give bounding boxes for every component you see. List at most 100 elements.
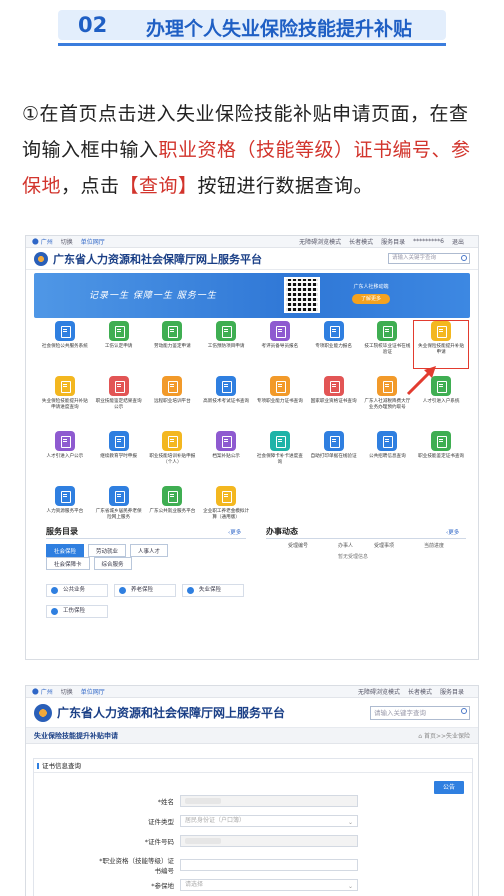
service-tile-label: 广东公共就业服务平台 <box>149 509 196 514</box>
service-tile[interactable]: 远程职业培训平台 <box>146 376 200 423</box>
service-tile-label: 工伤认定申请 <box>104 344 133 349</box>
service-tile[interactable]: 职业技能鉴定结果查询公示 <box>92 376 146 423</box>
document-icon <box>54 431 75 451</box>
service-tile[interactable]: 社会保险公共服务系统 <box>38 321 92 368</box>
accessibility-link[interactable]: 无障碍浏览模式 <box>358 687 400 696</box>
service-tile-grid: 社会保险公共服务系统 工伤认定申请 劳动能力鉴定申请 工伤预防项目申请 考评员备导员报名… <box>38 320 469 533</box>
service-tile[interactable]: 技工院校毕业证书在线验证 <box>361 321 415 368</box>
qr-code-icon <box>284 277 320 313</box>
category-labor-employment[interactable]: 劳动就业 <box>88 544 127 557</box>
service-tile-label: 劳动能力鉴定申请 <box>153 344 191 349</box>
service-tile-label: 失业保险技能提升补贴申请进度查询 <box>41 399 88 410</box>
service-tile[interactable]: 公共招聘信息查询 <box>361 431 415 478</box>
service-tile[interactable]: 专项职业能力报名 <box>307 321 361 368</box>
cert-query-card: 证书信息查询 公告 *姓名 证件类型 居民身份证（户口簿） ⌄ *证件号码 *职业资格（技… <box>33 758 473 896</box>
redacted-value <box>185 838 221 844</box>
form-label: *姓名 <box>157 798 174 806</box>
document-icon <box>269 376 290 396</box>
instruction-part-3: 按钮进行数据查询。 <box>197 175 374 197</box>
col-matter: 受理事项 <box>374 543 395 549</box>
search-placeholder: 请输入关键字查询 <box>392 255 437 261</box>
service-tile[interactable]: 劳动能力鉴定申请 <box>146 321 200 368</box>
service-tile[interactable]: 人才引进入户公示 <box>38 431 92 478</box>
form-label: *参保地 <box>151 882 174 890</box>
notice-button[interactable]: 公告 <box>434 781 464 794</box>
form-value: 请选择 <box>185 881 204 888</box>
unit-hall-link[interactable]: 单位网厅 <box>81 687 105 696</box>
search-icon[interactable] <box>461 255 467 261</box>
service-tile-label: 国家职业资格证书查询 <box>310 399 357 404</box>
form-row: *职业资格（技能等级）证书编号 <box>94 855 358 875</box>
elder-mode-link[interactable]: 长者模式 <box>349 237 373 246</box>
document-icon <box>108 486 129 506</box>
portal-header: 广东省人力资源和社会保障厅网上服务平台 请输入关键字查询 <box>26 248 478 270</box>
search-icon[interactable] <box>461 707 467 714</box>
service-tile[interactable]: 高新技术考试证书查询 <box>199 376 253 423</box>
news-table-header: 受理编号 办事人 受理事项 当前进度 <box>288 542 464 549</box>
learn-more-button[interactable]: 了解更多 <box>352 294 390 304</box>
service-tile[interactable]: 国家职业资格证书查询 <box>307 376 361 423</box>
news-more-link[interactable]: ‹更多 <box>446 528 459 536</box>
service-work-injury[interactable]: 工伤保险 <box>46 605 108 618</box>
service-tile-label: 自助打印单据在线验证 <box>310 454 357 459</box>
document-icon <box>162 321 183 341</box>
document-icon <box>323 376 344 396</box>
portal-screenshot: ⬤ 广州 切换 单位网厅 无障碍浏览模式 长者模式 服务目录 *********… <box>25 235 479 660</box>
form-select[interactable]: 请选择 ⌄ <box>180 879 358 891</box>
service-tile[interactable]: 职业技能培训补贴申报（个人） <box>146 431 200 478</box>
form-select[interactable]: 居民身份证（户口簿） ⌄ <box>180 815 358 827</box>
service-tile[interactable]: 失业保险技能提升补贴申请进度查询 <box>38 376 92 423</box>
service-tile-label: 职业技能鉴定证书查询 <box>418 454 465 459</box>
service-tile-label: 技工院校毕业证书在线验证 <box>364 344 411 355</box>
switch-city-link[interactable]: 切换 <box>61 687 73 696</box>
service-tile[interactable]: 专项职业能力证书查询 <box>253 376 307 423</box>
redacted-value <box>185 798 221 804</box>
document-icon <box>162 486 183 506</box>
category-personnel-talent[interactable]: 人事人才 <box>130 544 169 557</box>
service-dir-more-link[interactable]: ‹更多 <box>228 528 241 536</box>
chevron-down-icon[interactable]: ⌄ <box>348 882 353 892</box>
category-social-insurance[interactable]: 社会保险 <box>46 544 85 557</box>
service-pension[interactable]: 养老保险 <box>114 584 176 597</box>
accessibility-link[interactable]: 无障碍浏览模式 <box>299 237 341 246</box>
search-input[interactable]: 请输入关键字查询 <box>388 253 470 264</box>
form-value: 居民身份证（户口簿） <box>185 817 246 824</box>
document-icon <box>323 431 344 451</box>
service-dir-link[interactable]: 服务目录 <box>381 237 405 246</box>
service-tile-label: 职业技能培训补贴申报（个人） <box>149 454 196 465</box>
page-title-bar: 失业保险技能提升补贴申请 ⌂ 首页>>失业保险 <box>26 728 478 744</box>
elder-mode-link[interactable]: 长者模式 <box>408 687 432 696</box>
service-tile[interactable]: 考评员备导员报名 <box>253 321 307 368</box>
breadcrumb-text[interactable]: 首页>>失业保险 <box>424 733 470 740</box>
service-tile[interactable]: 社会保障卡补卡进度查询 <box>253 431 307 478</box>
service-dir-link[interactable]: 服务目录 <box>440 687 464 696</box>
document-icon <box>162 431 183 451</box>
service-tile-label: 公共招聘信息查询 <box>368 454 406 459</box>
document-icon <box>216 431 237 451</box>
service-tile[interactable]: 工伤预防项目申请 <box>199 321 253 368</box>
service-tile-label: 人力资源服务平台 <box>46 509 84 514</box>
service-tile-label: 社会保障卡补卡进度查询 <box>256 454 303 465</box>
user-link[interactable]: *********6 <box>413 238 444 245</box>
form-input[interactable] <box>180 859 358 871</box>
document-icon <box>323 321 344 341</box>
service-tile[interactable]: 职业技能鉴定证书查询 <box>414 431 468 478</box>
switch-city-link[interactable]: 切换 <box>61 237 73 246</box>
category-general[interactable]: 综合服务 <box>93 557 132 570</box>
service-tile[interactable]: 失业保险技能提升补贴申请 <box>413 320 469 369</box>
form-input[interactable] <box>180 795 358 807</box>
category-social-card[interactable]: 社会保障卡 <box>46 557 90 570</box>
chevron-down-icon[interactable]: ⌄ <box>348 818 353 828</box>
form-input[interactable] <box>180 835 358 847</box>
unit-hall-link[interactable]: 单位网厅 <box>81 237 105 246</box>
service-tile[interactable]: 工伤认定申请 <box>92 321 146 368</box>
service-tile[interactable]: 自助打印单据在线验证 <box>307 431 361 478</box>
hrss-logo <box>34 703 52 722</box>
service-tile-label: 专项职业能力证书查询 <box>256 399 303 404</box>
service-unemployment[interactable]: 失业保险 <box>182 584 244 597</box>
service-tile[interactable]: 档案补贴公示 <box>199 431 253 478</box>
logout-link[interactable]: 退出 <box>452 237 464 246</box>
service-tile[interactable]: 继续教育学时申报 <box>92 431 146 478</box>
service-public[interactable]: 公共业务 <box>46 584 108 597</box>
search-input[interactable]: 请输入关键字查询 <box>370 705 470 720</box>
